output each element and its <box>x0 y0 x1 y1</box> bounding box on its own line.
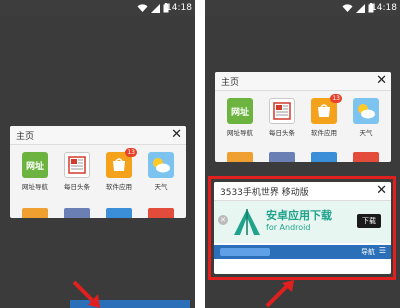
app-weather[interactable]: 天气 <box>142 152 180 191</box>
site-nav-bar: 导航 ☰ <box>214 245 391 259</box>
app-daily-news[interactable]: 每日头条 <box>263 98 301 137</box>
app-software[interactable]: 13 软件应用 <box>305 94 343 137</box>
ad-title: 安卓应用下载 <box>266 209 332 222</box>
nav-menu-link[interactable]: 导航 <box>361 247 375 257</box>
app-software[interactable]: 13 软件应用 <box>100 148 138 191</box>
status-bar: 14:18 <box>0 0 195 16</box>
download-button[interactable]: 下载 <box>357 214 381 228</box>
left-screenshot-panel: 14:18 主页 ✕ 网址 网址导航 每日头条 13 软件应用 天气 <box>0 0 195 308</box>
close-icon[interactable]: ✕ <box>218 215 228 225</box>
android-tent-icon <box>234 209 260 235</box>
site-logo <box>220 248 270 256</box>
menu-icon[interactable]: ☰ <box>379 246 386 255</box>
card-title: 3533手机世界 移动版 <box>220 188 309 198</box>
shopping-bag-icon: 13 <box>311 94 342 124</box>
web-directory-icon: 网址 <box>227 98 253 124</box>
status-bar: 14:18 <box>205 0 400 16</box>
home-tab-card[interactable]: 主页 ✕ 网址 网址导航 每日头条 13 软件应用 天气 <box>215 72 391 162</box>
app-daily-news[interactable]: 每日头条 <box>58 152 96 191</box>
newspaper-icon <box>269 98 295 124</box>
shopping-bag-icon: 13 <box>106 148 137 178</box>
ad-subtitle: for Android <box>266 223 311 232</box>
close-icon[interactable]: ✕ <box>376 183 387 199</box>
weather-icon <box>148 152 174 178</box>
app-grid-row2 <box>215 152 391 162</box>
wifi-icon <box>137 3 148 16</box>
app-web-directory[interactable]: 网址 网址导航 <box>16 152 54 191</box>
close-icon[interactable]: ✕ <box>171 127 182 143</box>
web-directory-icon: 网址 <box>22 152 48 178</box>
right-screenshot-panel: 14:18 主页 ✕ 网址 网址导航 每日头条 13 软件应用 天气 3533手… <box>205 0 400 308</box>
close-icon[interactable]: ✕ <box>376 73 387 89</box>
weather-icon <box>353 98 379 124</box>
site-tab-card[interactable]: 3533手机世界 移动版 ✕ ✕ 安卓应用下载 for Android 下载 导… <box>214 182 391 274</box>
wifi-icon <box>342 3 353 16</box>
signal-icon <box>151 3 160 16</box>
app-weather[interactable]: 天气 <box>347 98 385 137</box>
app-web-directory[interactable]: 网址 网址导航 <box>221 98 259 137</box>
app-grid-row2 <box>10 208 186 218</box>
home-tab-card[interactable]: 主页 ✕ 网址 网址导航 每日头条 13 软件应用 天气 <box>10 126 186 218</box>
update-count-badge: 13 <box>330 94 342 103</box>
pointer-arrow-icon <box>72 280 100 308</box>
pointer-arrow-icon <box>265 280 294 308</box>
card-title: 主页 <box>16 132 35 142</box>
android-download-banner[interactable]: ✕ 安卓应用下载 for Android 下载 <box>214 201 391 243</box>
clock: 14:18 <box>166 3 192 13</box>
clock: 14:18 <box>371 3 397 13</box>
app-grid: 网址 网址导航 每日头条 13 软件应用 天气 <box>215 94 391 137</box>
app-grid: 网址 网址导航 每日头条 13 软件应用 天气 <box>10 148 186 191</box>
update-count-badge: 13 <box>125 148 137 157</box>
newspaper-icon <box>64 152 90 178</box>
card-title: 主页 <box>221 78 240 88</box>
signal-icon <box>356 3 365 16</box>
